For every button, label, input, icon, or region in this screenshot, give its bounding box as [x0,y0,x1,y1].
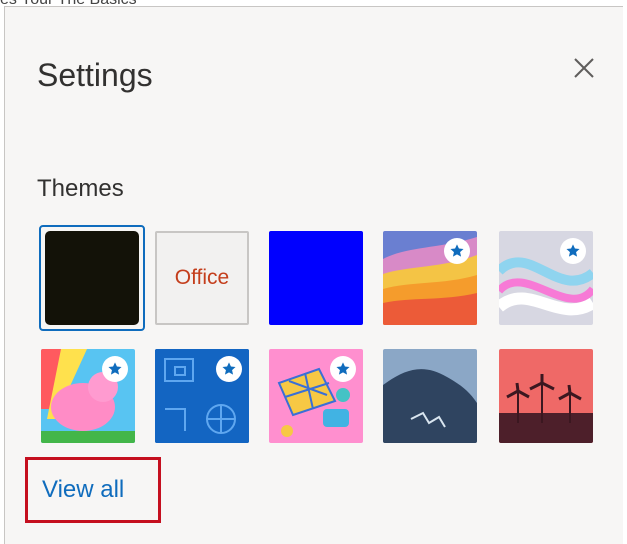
theme-tile-board-games[interactable] [269,349,363,443]
premium-badge [102,356,128,382]
theme-tile-rainbow-dragon[interactable] [41,349,135,443]
premium-badge [560,238,586,264]
star-icon [566,244,580,257]
panel-title: Settings [37,57,153,93]
theme-tile-mountain[interactable] [383,349,477,443]
star-icon [108,362,122,375]
theme-tile-dark[interactable] [41,227,143,329]
page: es Your The Basics Settings Themes Offic… [0,0,627,544]
theme-tile-palm-sunset[interactable] [499,349,593,443]
star-icon [450,244,464,257]
theme-tile-office[interactable]: Office [155,231,249,325]
theme-tile-blue-doodles[interactable] [155,349,249,443]
premium-badge [444,238,470,264]
view-all-link[interactable]: View all [25,457,161,523]
close-button[interactable] [567,51,601,85]
premium-badge [216,356,242,382]
theme-tile-rainbow-waves[interactable] [383,231,477,325]
theme-tile-blue[interactable] [269,231,363,325]
premium-badge [330,356,356,382]
theme-tile-silver-ribbons[interactable] [499,231,593,325]
themes-heading: Themes [37,175,124,202]
theme-label-office: Office [174,266,230,289]
star-icon [222,362,236,375]
close-icon [574,58,594,78]
settings-panel: Settings Themes Office View all [4,6,623,544]
star-icon [336,362,350,375]
